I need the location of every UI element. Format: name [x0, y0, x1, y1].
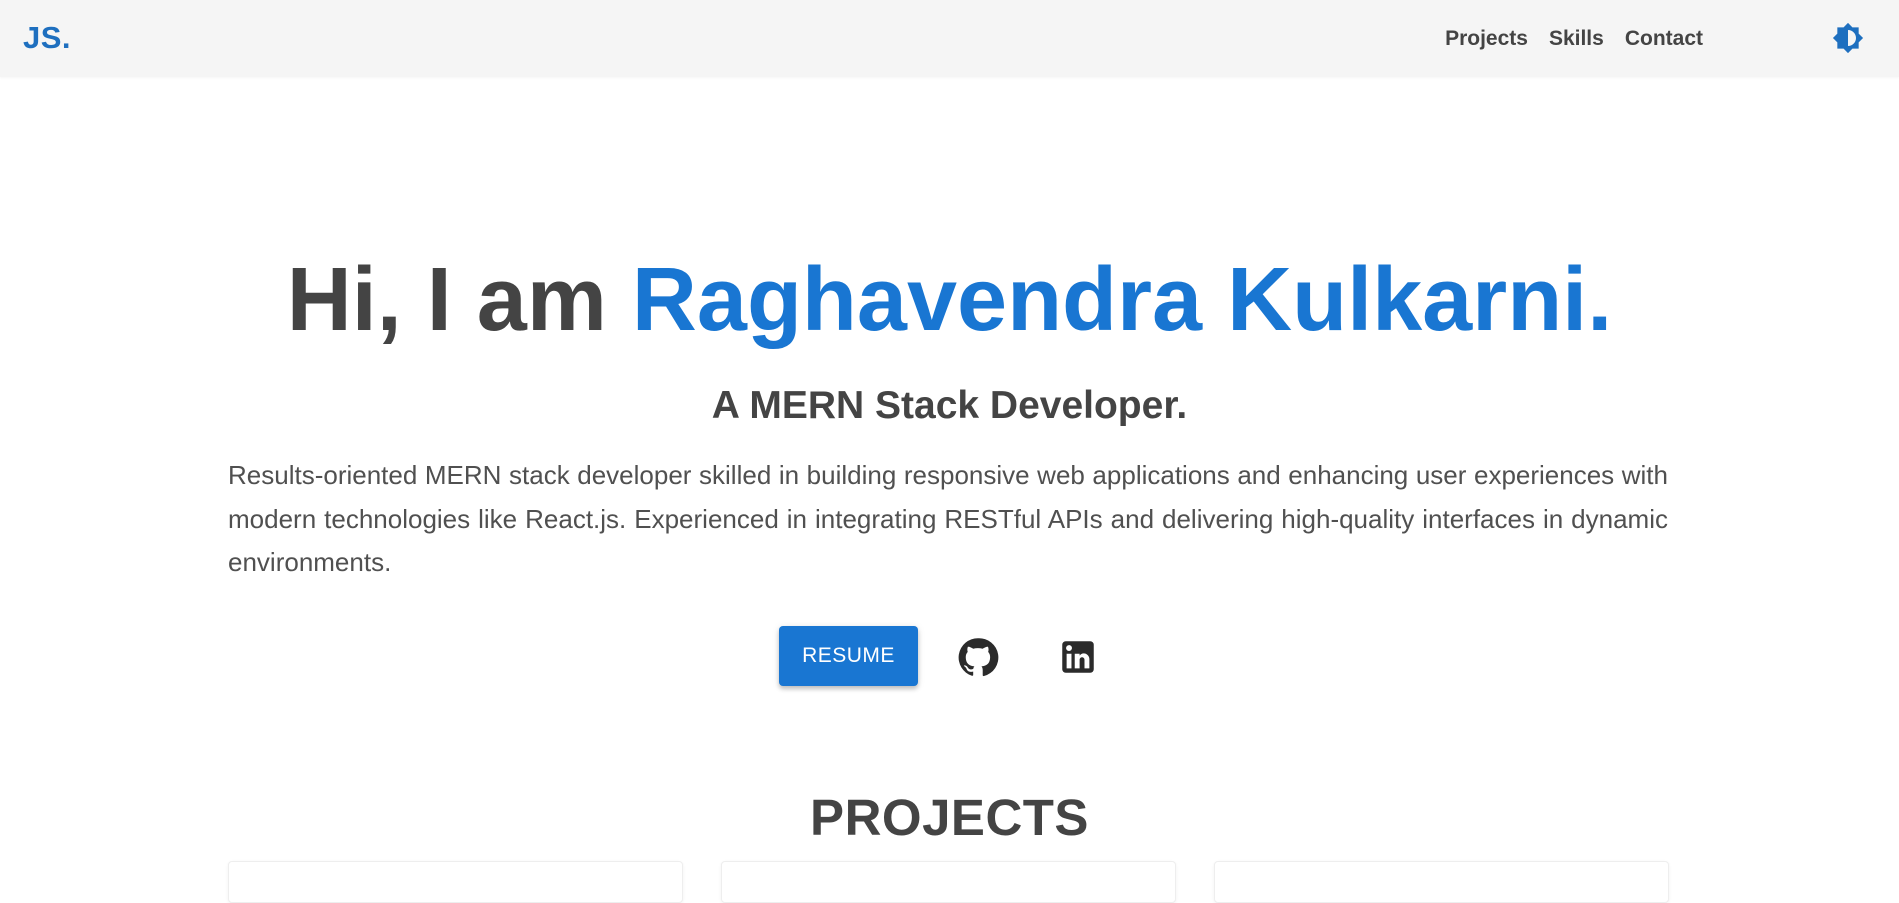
- linkedin-icon: [1062, 641, 1094, 673]
- theme-toggle-button[interactable]: [1832, 22, 1864, 54]
- linkedin-link[interactable]: [1057, 636, 1099, 678]
- hero-name: Raghavendra Kulkarni.: [631, 250, 1613, 350]
- nav-link-projects[interactable]: Projects: [1445, 27, 1528, 51]
- brightness-icon: [1832, 22, 1864, 54]
- hero-title: Hi, I am Raghavendra Kulkarni.: [0, 255, 1899, 345]
- github-link[interactable]: [957, 636, 999, 678]
- site-logo[interactable]: JS.: [23, 20, 71, 56]
- nav-links: Projects Skills Contact: [1445, 0, 1703, 77]
- project-card[interactable]: [721, 861, 1176, 903]
- github-icon: [958, 638, 999, 677]
- hero-description: Results-oriented MERN stack developer sk…: [228, 460, 1668, 577]
- hero-subtitle: A MERN Stack Developer.: [711, 384, 1188, 427]
- nav-link-contact[interactable]: Contact: [1625, 27, 1703, 51]
- navbar: JS. Projects Skills Contact: [0, 0, 1899, 77]
- projects-heading: PROJECTS: [810, 789, 1089, 846]
- project-card[interactable]: [228, 861, 683, 903]
- resume-button[interactable]: RESUME: [779, 626, 918, 686]
- nav-link-skills[interactable]: Skills: [1549, 27, 1604, 51]
- hero-greeting: Hi, I am: [286, 250, 607, 350]
- project-card[interactable]: [1214, 861, 1669, 903]
